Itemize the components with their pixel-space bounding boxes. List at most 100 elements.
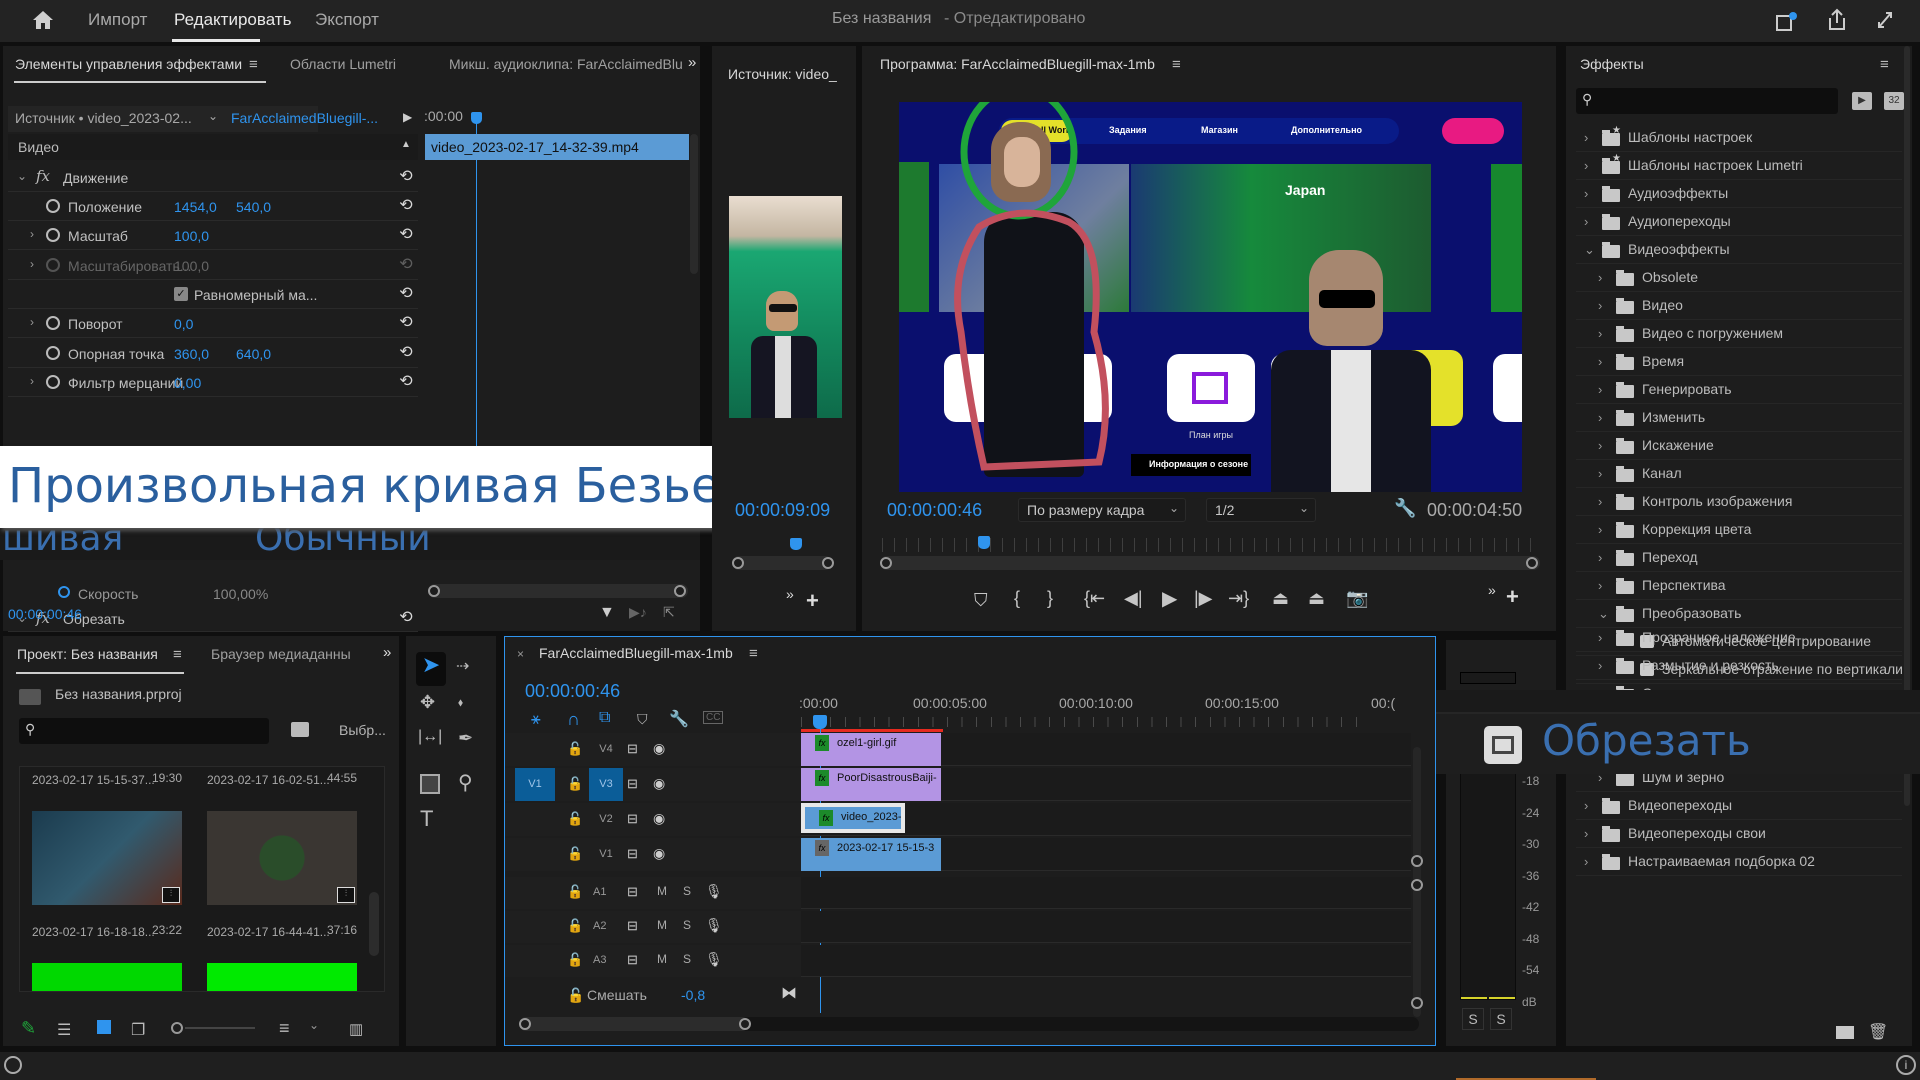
slip-tool-icon[interactable]: |↔| — [418, 728, 442, 746]
thumb-size-slider-knob[interactable] — [171, 1022, 183, 1034]
program-zoom-bar[interactable] — [880, 556, 1540, 570]
chevron-right-icon[interactable]: › — [1598, 494, 1602, 509]
chevron-down-icon[interactable]: ⌄ — [1598, 606, 1609, 622]
timeline-clip[interactable]: fx ozel1-girl.gif — [801, 733, 941, 766]
mute-button[interactable]: M — [657, 884, 667, 898]
chevron-right-icon[interactable]: › — [1584, 854, 1588, 869]
pen-tool-icon[interactable]: ✒ — [458, 728, 473, 749]
eye-icon[interactable]: ◉ — [653, 845, 665, 862]
ec-zoom-right-handle[interactable] — [674, 585, 686, 597]
home-icon[interactable] — [32, 10, 54, 30]
project-item-thumbnail[interactable] — [207, 963, 357, 991]
info-icon[interactable]: i — [1896, 1055, 1916, 1075]
tab-audio-clip-mixer[interactable]: Микш. аудиоклипа: FarAcclaimedBlu — [449, 56, 685, 72]
chevron-right-icon[interactable]: › — [1598, 326, 1602, 341]
stopwatch-icon[interactable] — [46, 257, 60, 272]
sync-lock-icon[interactable]: ⊟ — [627, 918, 638, 934]
lock-icon[interactable]: 🔓 — [567, 918, 583, 934]
tab-effect-controls[interactable]: Элементы управления эффектами — [15, 56, 242, 72]
timeline-zoom-left[interactable] — [519, 1018, 531, 1030]
track-target-V1[interactable]: V1 — [589, 838, 623, 871]
reset-icon[interactable]: ⟲ — [398, 227, 414, 243]
chevron-right-icon[interactable]: › — [1584, 130, 1588, 145]
solo-right-button[interactable]: S — [1490, 1008, 1512, 1030]
mute-button[interactable]: M — [657, 918, 667, 932]
property-row[interactable]: › Фильтр мерцаний 0,00 ⟲ — [8, 368, 418, 397]
rectangle-tool-icon[interactable] — [420, 774, 440, 794]
reset-icon[interactable]: ⟲ — [398, 315, 414, 331]
chevron-right-icon[interactable]: › — [1598, 382, 1602, 397]
overflow-tabs-icon[interactable]: » — [383, 644, 391, 661]
effects-item[interactable]: › Контроль изображения — [1576, 488, 1902, 516]
reset-icon[interactable]: ⟲ — [398, 285, 414, 302]
chevron-right-icon[interactable]: › — [1598, 466, 1602, 481]
audio-only-icon[interactable]: ▶♪ — [629, 604, 647, 621]
filter-icon[interactable]: ▼ — [599, 604, 615, 622]
ripple-edit-tool-icon[interactable]: ✥ — [420, 692, 435, 713]
lock-icon[interactable]: 🔓 — [567, 987, 584, 1004]
32bit-effects-icon[interactable]: 32 — [1884, 92, 1904, 110]
go-to-in-icon[interactable]: {⇤ — [1084, 588, 1105, 609]
chevron-right-icon[interactable]: › — [1584, 186, 1588, 201]
microphone-icon[interactable]: 🎙 — [705, 917, 723, 934]
tab-media-browser[interactable]: Браузер медиаданны — [211, 646, 351, 662]
source-zoom-right[interactable] — [822, 557, 834, 569]
sequence-tab[interactable]: FarAcclaimedBluegill-max-1mb — [539, 645, 733, 661]
source-monitor-title[interactable]: Источник: video_ — [728, 66, 852, 82]
effects-item[interactable]: › Размытие и резкость — [1576, 652, 1902, 680]
razor-tool-icon[interactable]: ⬪ — [458, 692, 463, 713]
program-timecode[interactable]: 00:00:00:46 — [887, 500, 982, 521]
property-row[interactable]: Положение 1454,0 540,0 ⟲ — [8, 192, 418, 221]
type-tool-icon[interactable]: T — [420, 806, 433, 832]
linked-selection-icon[interactable]: ⧉ — [599, 709, 610, 727]
source-dropdown[interactable]: Источник • video_2023-02... ⌄ FarAcclaim… — [8, 106, 378, 132]
chevron-right-icon[interactable]: › — [1598, 578, 1602, 593]
chevron-right-icon[interactable]: › — [1584, 826, 1588, 841]
chevron-right-icon[interactable]: › — [1584, 214, 1588, 229]
tab-project[interactable]: Проект: Без названия — [17, 646, 158, 662]
stopwatch-icon[interactable] — [46, 199, 60, 213]
chevron-right-icon[interactable]: › — [30, 374, 34, 388]
chevron-right-icon[interactable]: › — [1598, 550, 1602, 565]
lock-icon[interactable]: 🔓 — [567, 811, 583, 827]
snap-icon[interactable]: ∩ — [567, 709, 580, 730]
lock-icon[interactable]: 🔓 — [567, 741, 583, 757]
fit-select[interactable]: По размеру кадра ⌄ — [1018, 498, 1186, 522]
add-button-icon[interactable]: + — [1506, 584, 1519, 610]
ec-scrollbar[interactable] — [690, 134, 698, 274]
project-scrollbar[interactable] — [369, 892, 379, 956]
export-frame-camera-icon[interactable]: 📷 — [1346, 588, 1368, 609]
chevron-right-icon[interactable]: › — [1584, 798, 1588, 813]
solo-button[interactable]: S — [683, 918, 691, 932]
effects-item[interactable]: › Аудиоэффекты — [1576, 180, 1902, 208]
effects-item[interactable]: › Аудиопереходы — [1576, 208, 1902, 236]
more-controls-icon[interactable]: » — [786, 586, 794, 602]
timeline-settings-icon[interactable]: 🔧 — [669, 709, 689, 729]
eye-icon[interactable]: ◉ — [653, 775, 665, 792]
ec-clip-bar[interactable]: video_2023-02-17_14-32-39.mp4 — [425, 134, 689, 160]
project-item-thumbnail[interactable]: ⫶ — [32, 811, 182, 905]
panel-menu-icon[interactable]: ≡ — [249, 56, 258, 73]
chevron-right-icon[interactable]: › — [30, 227, 34, 241]
new-bin-icon[interactable] — [1836, 1026, 1854, 1039]
lock-icon[interactable]: 🔓 — [567, 952, 583, 968]
stopwatch-icon[interactable] — [46, 316, 60, 331]
property-value-1[interactable]: 360,0 — [174, 346, 209, 362]
property-value-1[interactable]: 0,0 — [174, 316, 193, 332]
effects-item[interactable]: › Obsolete — [1576, 264, 1902, 292]
insert-nest-icon[interactable]: ⚹ — [531, 711, 541, 729]
program-zoom-left[interactable] — [880, 557, 892, 569]
property-value-2[interactable]: 640,0 — [236, 346, 271, 362]
eye-icon[interactable]: ◉ — [653, 740, 665, 757]
property-row[interactable]: › Масштаб 100,0 ⟲ — [8, 221, 418, 251]
select-label[interactable]: Выбр... — [339, 722, 386, 738]
video-vscroll-top[interactable] — [1411, 855, 1423, 867]
bin-up-icon[interactable] — [19, 689, 41, 705]
quick-export-icon[interactable] — [1776, 12, 1797, 31]
property-value-1[interactable]: 1454,0 — [174, 199, 217, 215]
effects-item[interactable]: › Искажение — [1576, 432, 1902, 460]
program-monitor-title[interactable]: Программа: FarAcclaimedBluegill-max-1mb — [880, 56, 1155, 72]
source-patch-V1[interactable]: V1 — [515, 768, 555, 801]
stopwatch-icon[interactable] — [46, 374, 60, 389]
thumb-size-slider-track[interactable] — [185, 1027, 255, 1029]
